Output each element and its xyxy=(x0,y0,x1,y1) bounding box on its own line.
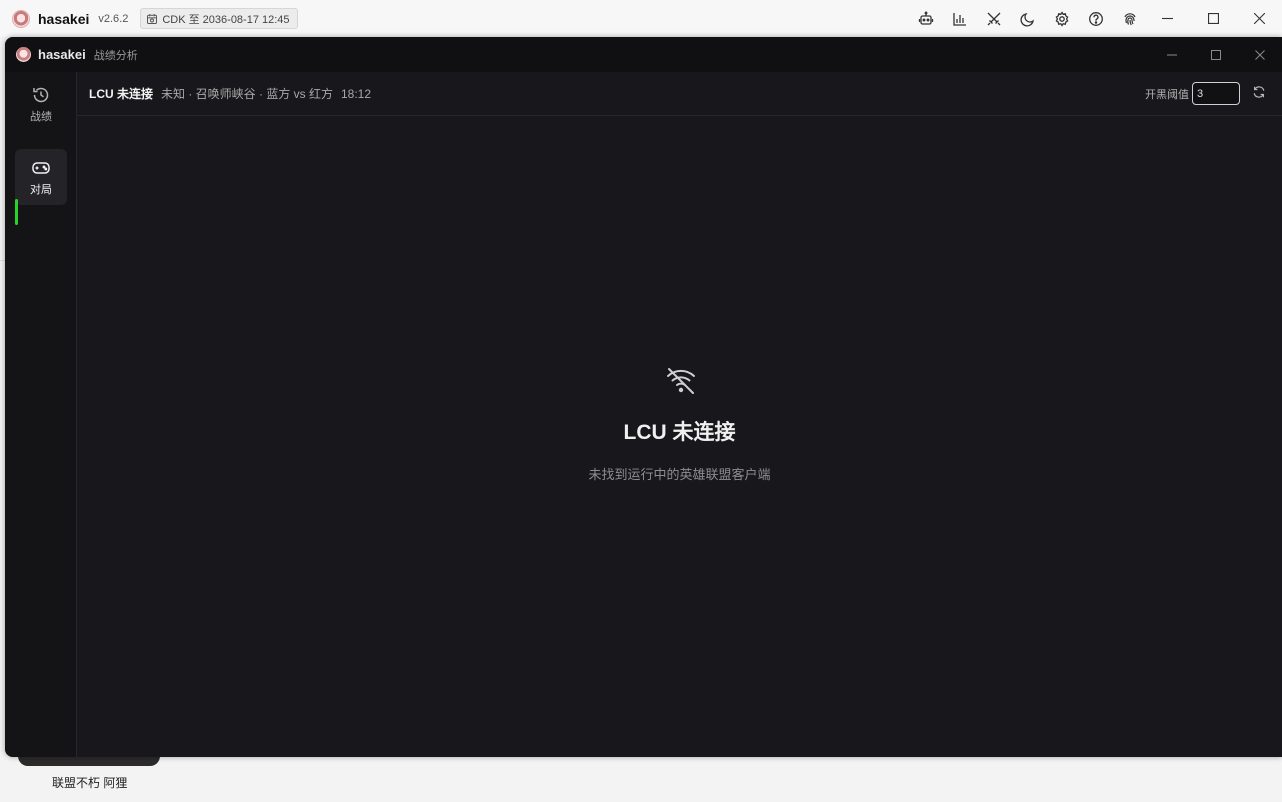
calendar-icon xyxy=(147,13,158,24)
dark-window-controls xyxy=(1150,37,1282,72)
minimize-icon xyxy=(1161,17,1173,20)
cdk-label: CDK 至 2036-08-17 12:45 xyxy=(162,13,290,26)
connection-status: LCU 未连接 xyxy=(89,87,153,101)
refresh-button[interactable] xyxy=(1252,85,1268,101)
match-time: 18:12 xyxy=(341,86,372,101)
app-name: hasakei xyxy=(38,10,90,27)
sidebar-item-history[interactable]: 战绩 xyxy=(15,76,67,132)
maximize-icon xyxy=(1207,13,1219,24)
bar-chart-icon[interactable] xyxy=(947,6,973,32)
minimize-button[interactable] xyxy=(1144,0,1190,37)
wifi-off-icon xyxy=(664,364,698,398)
active-indicator xyxy=(15,199,18,225)
close-button[interactable] xyxy=(1236,0,1282,37)
crossed-swords-icon[interactable] xyxy=(981,6,1007,32)
outer-titlebar: hasakei v2.6.2 CDK 至 2036-08-17 12:45 xyxy=(0,0,1282,37)
match-header: LCU 未连接 未知 · 召唤师峡谷 · 蓝方 vs 红方 18:12 开黑阈值 xyxy=(77,72,1282,116)
match-analysis-window: hasakei 战绩分析 战绩 对局 LCU 未连接 未知 · 召唤师峡谷 · … xyxy=(5,37,1282,757)
minimize-icon xyxy=(1167,54,1177,55)
sidebar: 战绩 对局 xyxy=(5,72,77,757)
empty-description: 未找到运行中的英雄联盟客户端 xyxy=(588,467,771,482)
gear-icon[interactable] xyxy=(1049,6,1075,32)
threshold-control: 开黑阈值 xyxy=(1145,82,1240,105)
gamepad-icon xyxy=(32,161,50,174)
moon-icon[interactable] xyxy=(1015,6,1041,32)
window-subtitle: 战绩分析 xyxy=(93,49,138,62)
threshold-label: 开黑阈值 xyxy=(1145,88,1189,101)
close-icon xyxy=(1253,13,1265,24)
minimize-button[interactable] xyxy=(1150,37,1194,72)
maximize-button[interactable] xyxy=(1194,37,1238,72)
background-caption: 联盟不朽 阿狸 xyxy=(52,776,128,790)
fingerprint-icon[interactable] xyxy=(1117,6,1143,32)
match-info: 未知 · 召唤师峡谷 · 蓝方 vs 红方 xyxy=(161,87,333,101)
history-icon xyxy=(33,87,49,102)
toolbar xyxy=(913,0,1143,37)
window-app-name: hasakei xyxy=(38,47,86,62)
dark-titlebar: hasakei 战绩分析 xyxy=(5,37,1282,72)
sidebar-item-label: 对局 xyxy=(30,183,52,196)
app-version: v2.6.2 xyxy=(98,12,129,25)
outer-window-controls xyxy=(1144,0,1282,37)
sidebar-item-label: 战绩 xyxy=(30,110,52,123)
maximize-icon xyxy=(1211,49,1221,60)
cdk-badge[interactable]: CDK 至 2036-08-17 12:45 xyxy=(140,8,298,29)
close-icon xyxy=(1255,49,1265,60)
empty-title: LCU 未连接 xyxy=(623,421,736,444)
help-icon[interactable] xyxy=(1083,6,1109,32)
empty-state: LCU 未连接 未找到运行中的英雄联盟客户端 xyxy=(77,116,1282,757)
app-logo-icon xyxy=(12,9,30,28)
close-button[interactable] xyxy=(1238,37,1282,72)
maximize-button[interactable] xyxy=(1190,0,1236,37)
refresh-icon xyxy=(1253,86,1265,98)
robot-icon[interactable] xyxy=(913,6,939,32)
app-logo-icon xyxy=(16,47,31,62)
threshold-input[interactable] xyxy=(1192,82,1240,105)
sidebar-item-match[interactable]: 对局 xyxy=(15,149,67,205)
